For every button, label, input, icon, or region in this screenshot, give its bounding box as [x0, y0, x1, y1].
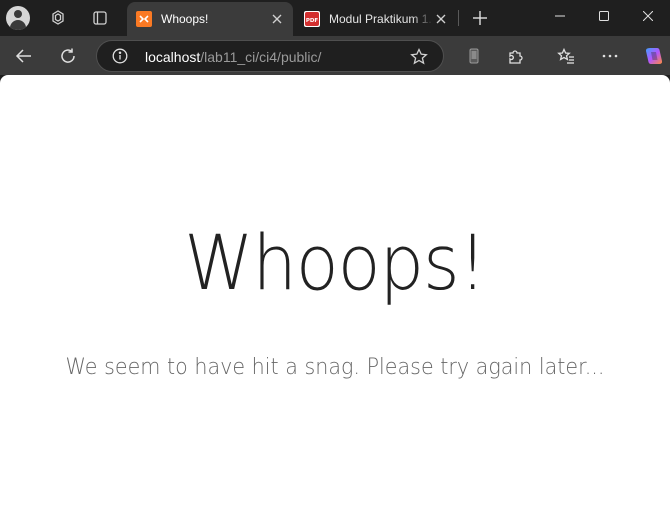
workspaces-icon — [52, 10, 64, 25]
close-icon — [643, 11, 653, 21]
close-icon — [272, 14, 282, 24]
favorites-button[interactable] — [550, 40, 582, 72]
pdf-icon: PDF — [304, 11, 320, 27]
svg-text:PDF: PDF — [306, 18, 319, 24]
error-message: We seem to have hit a snag. Please try a… — [65, 355, 605, 380]
site-info-icon[interactable] — [112, 48, 128, 64]
close-tab-button[interactable] — [269, 11, 285, 27]
page-content: Whoops! We seem to have hit a snag. Plea… — [0, 75, 670, 522]
favorites-list-icon — [557, 47, 574, 64]
tab-strip: Whoops! PDF Modul Praktikum 1.pdf — [0, 0, 670, 36]
url-text[interactable]: localhost/lab11_ci/ci4/public/ — [145, 49, 321, 65]
settings-and-more-button[interactable] — [594, 40, 626, 72]
tab-title: Whoops! — [161, 12, 209, 26]
navigation-toolbar: localhost/lab11_ci/ci4/public/ — [0, 36, 670, 75]
url-path: /lab11_ci/ci4/public/ — [200, 49, 322, 65]
minimize-button[interactable] — [538, 0, 582, 32]
tab-modul-praktikum[interactable]: PDF Modul Praktikum 1.pdf — [295, 2, 457, 36]
tab-title: Modul Praktikum 1.pdf — [329, 12, 433, 26]
back-arrow-icon — [15, 49, 31, 63]
close-icon — [436, 14, 446, 24]
new-tab-button[interactable] — [466, 4, 494, 32]
maximize-icon — [599, 11, 609, 21]
address-bar[interactable]: localhost/lab11_ci/ci4/public/ — [96, 40, 444, 72]
plus-icon — [473, 11, 487, 25]
copilot-button[interactable] — [638, 40, 670, 72]
tab-actions-icon — [93, 11, 107, 25]
close-tab-button[interactable] — [433, 11, 449, 27]
favorite-star-icon[interactable] — [409, 47, 429, 67]
extension-button[interactable] — [458, 40, 490, 72]
profile-avatar-icon — [6, 6, 30, 30]
reload-button[interactable] — [52, 40, 84, 72]
copilot-icon — [645, 48, 663, 64]
phone-extension-icon — [469, 48, 479, 64]
minimize-icon — [555, 15, 565, 17]
back-button[interactable] — [8, 40, 40, 72]
profile-button[interactable] — [4, 4, 32, 32]
tab-whoops[interactable]: Whoops! — [127, 2, 293, 36]
extensions-button[interactable] — [500, 40, 532, 72]
workspaces-button[interactable] — [44, 4, 72, 32]
reload-icon — [61, 48, 75, 63]
maximize-button[interactable] — [582, 0, 626, 32]
tab-actions-button[interactable] — [86, 4, 114, 32]
url-host: localhost — [145, 49, 201, 65]
xampp-icon — [136, 11, 152, 27]
puzzle-icon — [509, 50, 523, 64]
close-window-button[interactable] — [626, 0, 670, 32]
tab-separator — [458, 10, 459, 26]
more-dots-icon — [602, 54, 618, 58]
error-heading: Whoops! — [184, 218, 486, 307]
